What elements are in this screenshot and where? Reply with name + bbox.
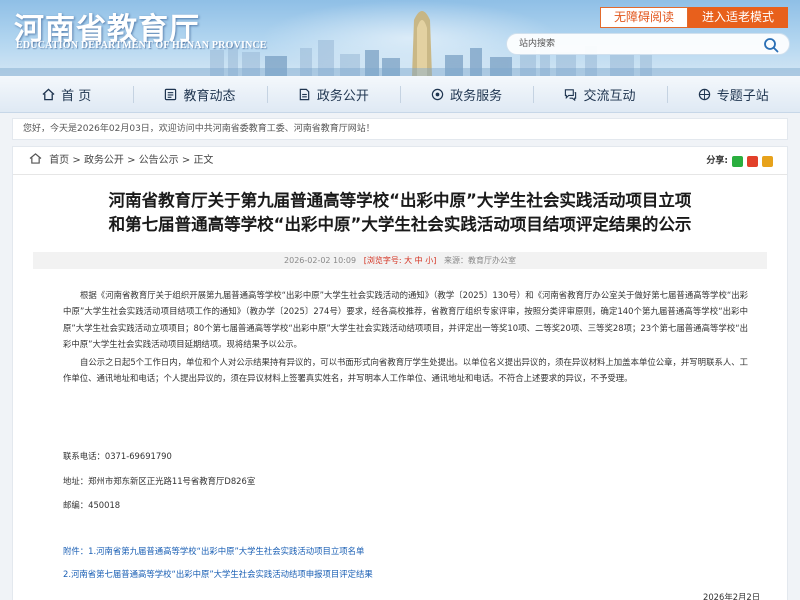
share-label: 分享: bbox=[706, 156, 728, 166]
breadcrumb-separator: > bbox=[69, 155, 84, 166]
article-title-line-2: 和第七届普通高等学校“出彩中原”大学生社会实践活动项目结项评定结果的公示 bbox=[108, 215, 692, 234]
accessible-reading-button[interactable]: 无障碍阅读 bbox=[600, 7, 688, 28]
contact-zip: 邮编：450018 bbox=[63, 500, 121, 510]
font-size-end: ] bbox=[433, 256, 437, 265]
breadcrumb-home[interactable]: 首页 bbox=[49, 155, 69, 166]
nav-item-label: 政务公开 bbox=[316, 88, 369, 104]
nav-item-label: 专题子站 bbox=[716, 88, 769, 104]
interaction-icon bbox=[565, 88, 577, 101]
weibo-icon[interactable] bbox=[747, 155, 758, 167]
document-icon bbox=[299, 88, 310, 100]
share-bar: 分享: bbox=[706, 147, 773, 175]
breadcrumb-separator: > bbox=[123, 155, 139, 166]
welcome-bar: 您好，今天是2026年02月03日，欢迎访问中共河南省委教育工委、河南省教育厅网… bbox=[12, 118, 788, 140]
breadcrumb-government-affairs[interactable]: 政务公开 bbox=[84, 155, 124, 166]
font-size-large[interactable]: 大 bbox=[404, 256, 412, 265]
nav-item-education-news[interactable]: 教育动态 bbox=[133, 76, 266, 112]
site-logo-subtitle: EDUCATION DEPARTMENT OF HENAN PROVINCE bbox=[16, 40, 267, 51]
article-meta: 2026-02-02 10:09 [浏览字号: 大 中 小] 来源：教育厅办公室 bbox=[33, 252, 767, 269]
attachment-link-2[interactable]: 2.河南省第七届普通高等学校“出彩中原”大学生社会实践活动结项申报项目评定结果 bbox=[63, 568, 373, 580]
search-input[interactable] bbox=[519, 36, 749, 52]
article-paragraph: 根据《河南省教育厅关于组织开展第九届普通高等学校“出彩中原”大学生社会实践活动的… bbox=[63, 290, 748, 349]
contact-address: 地址：郑州市郑东新区正光路11号省教育厅D826室 bbox=[63, 476, 256, 486]
publish-date: 2026-02-02 10:09 bbox=[284, 256, 357, 265]
search-icon[interactable] bbox=[763, 37, 779, 53]
nav-item-interaction[interactable]: 交流互动 bbox=[533, 76, 666, 112]
nav-item-label: 政务服务 bbox=[450, 88, 503, 104]
breadcrumb: 首页 > 政务公开 > 公告公示 > 正文 分享: bbox=[13, 147, 787, 175]
breadcrumb-separator: > bbox=[178, 155, 194, 166]
site-header: 河南省教育厅 EDUCATION DEPARTMENT OF HENAN PRO… bbox=[0, 0, 800, 76]
nav-item-home[interactable]: 首 页 bbox=[0, 76, 133, 112]
article-paragraph: 自公示之日起5个工作日内，单位和个人对公示结果持有异议的，可以书面形式向省教育厅… bbox=[63, 357, 748, 384]
topics-icon bbox=[698, 88, 711, 100]
nav-item-label: 首 页 bbox=[61, 88, 92, 104]
news-icon bbox=[165, 88, 177, 100]
breadcrumb-current: 正文 bbox=[193, 155, 214, 166]
article-panel: 首页 > 政务公开 > 公告公示 > 正文 分享: 河南省教育厅关于第九届普通高… bbox=[12, 146, 788, 600]
home-icon bbox=[42, 88, 55, 100]
font-size-medium[interactable]: 中 bbox=[415, 256, 423, 265]
article-title-line-1: 河南省教育厅关于第九届普通高等学校“出彩中原”大学生社会实践活动项目立项 bbox=[108, 191, 692, 210]
home-icon bbox=[29, 153, 42, 164]
contact-phone: 联系电话：0371-69691790 bbox=[63, 451, 172, 461]
qzone-icon[interactable] bbox=[762, 155, 773, 167]
article-title: 河南省教育厅关于第九届普通高等学校“出彩中原”大学生社会实践活动项目立项 和第七… bbox=[33, 189, 767, 237]
nav-item-government-affairs[interactable]: 政务公开 bbox=[266, 76, 400, 112]
elder-mode-button[interactable]: 进入适老模式 bbox=[688, 7, 788, 28]
nav-item-label: 交流互动 bbox=[583, 88, 636, 104]
wechat-icon[interactable] bbox=[732, 155, 743, 167]
breadcrumb-announcements[interactable]: 公告公示 bbox=[139, 155, 179, 166]
article-body: 根据《河南省教育厅关于组织开展第九届普通高等学校“出彩中原”大学生社会实践活动的… bbox=[63, 287, 748, 389]
sign-date: 2026年2月2日 bbox=[703, 592, 761, 600]
nav-item-label: 教育动态 bbox=[183, 88, 236, 104]
font-size-label: [浏览字号: bbox=[363, 256, 402, 265]
nav-item-topics[interactable]: 专题子站 bbox=[666, 76, 800, 112]
nav-item-government-services[interactable]: 政务服务 bbox=[399, 76, 533, 112]
attachment-link-1[interactable]: 附件：1.河南省第九届普通高等学校“出彩中原”大学生社会实践活动项目立项名单 bbox=[63, 545, 364, 557]
article-source: 来源：教育厅办公室 bbox=[443, 256, 516, 265]
search-box bbox=[506, 33, 790, 55]
service-icon bbox=[431, 88, 444, 100]
main-nav: 首 页 教育动态 政务公开 政务服务 交流互动 专题子站 bbox=[0, 76, 800, 113]
